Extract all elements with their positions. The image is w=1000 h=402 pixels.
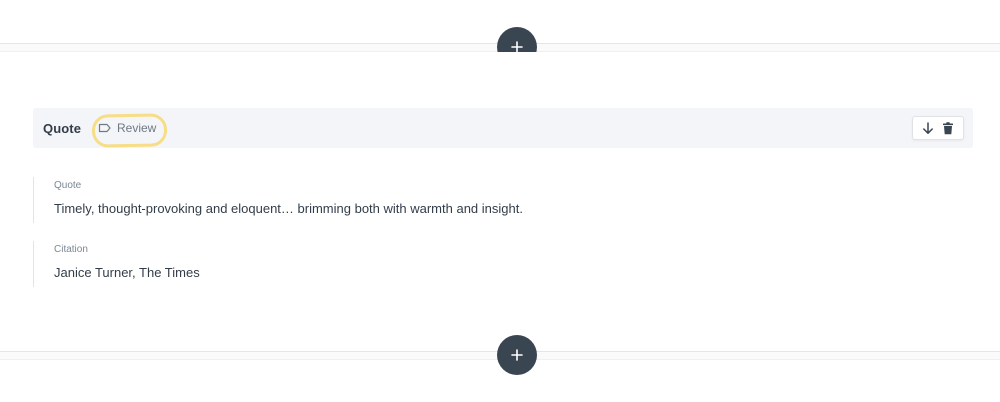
add-block-button-bottom[interactable] xyxy=(497,335,537,375)
move-down-button[interactable] xyxy=(921,121,935,135)
block-title: Quote xyxy=(43,121,82,136)
citation-field-value[interactable]: Janice Turner, The Times xyxy=(54,265,633,280)
plus-icon xyxy=(511,349,523,361)
quote-field-label: Quote xyxy=(54,180,82,191)
trash-icon xyxy=(943,121,953,134)
citation-field: Citation Janice Turner, The Times xyxy=(33,241,633,287)
block-actions xyxy=(912,116,964,140)
citation-field-label: Citation xyxy=(54,244,88,255)
review-tag-label: Review xyxy=(117,121,157,135)
delete-block-button[interactable] xyxy=(941,121,955,135)
quote-field: Quote Timely, thought-provoking and eloq… xyxy=(33,177,633,223)
editor-canvas: Quote Review Quote Timely, thought-provo… xyxy=(0,0,1000,402)
quote-field-value[interactable]: Timely, thought-provoking and eloquent… … xyxy=(54,201,633,216)
arrow-down-icon xyxy=(923,121,933,134)
quote-block-header: Quote Review xyxy=(33,108,973,148)
review-tag[interactable]: Review xyxy=(98,121,156,135)
tag-icon xyxy=(98,123,111,133)
